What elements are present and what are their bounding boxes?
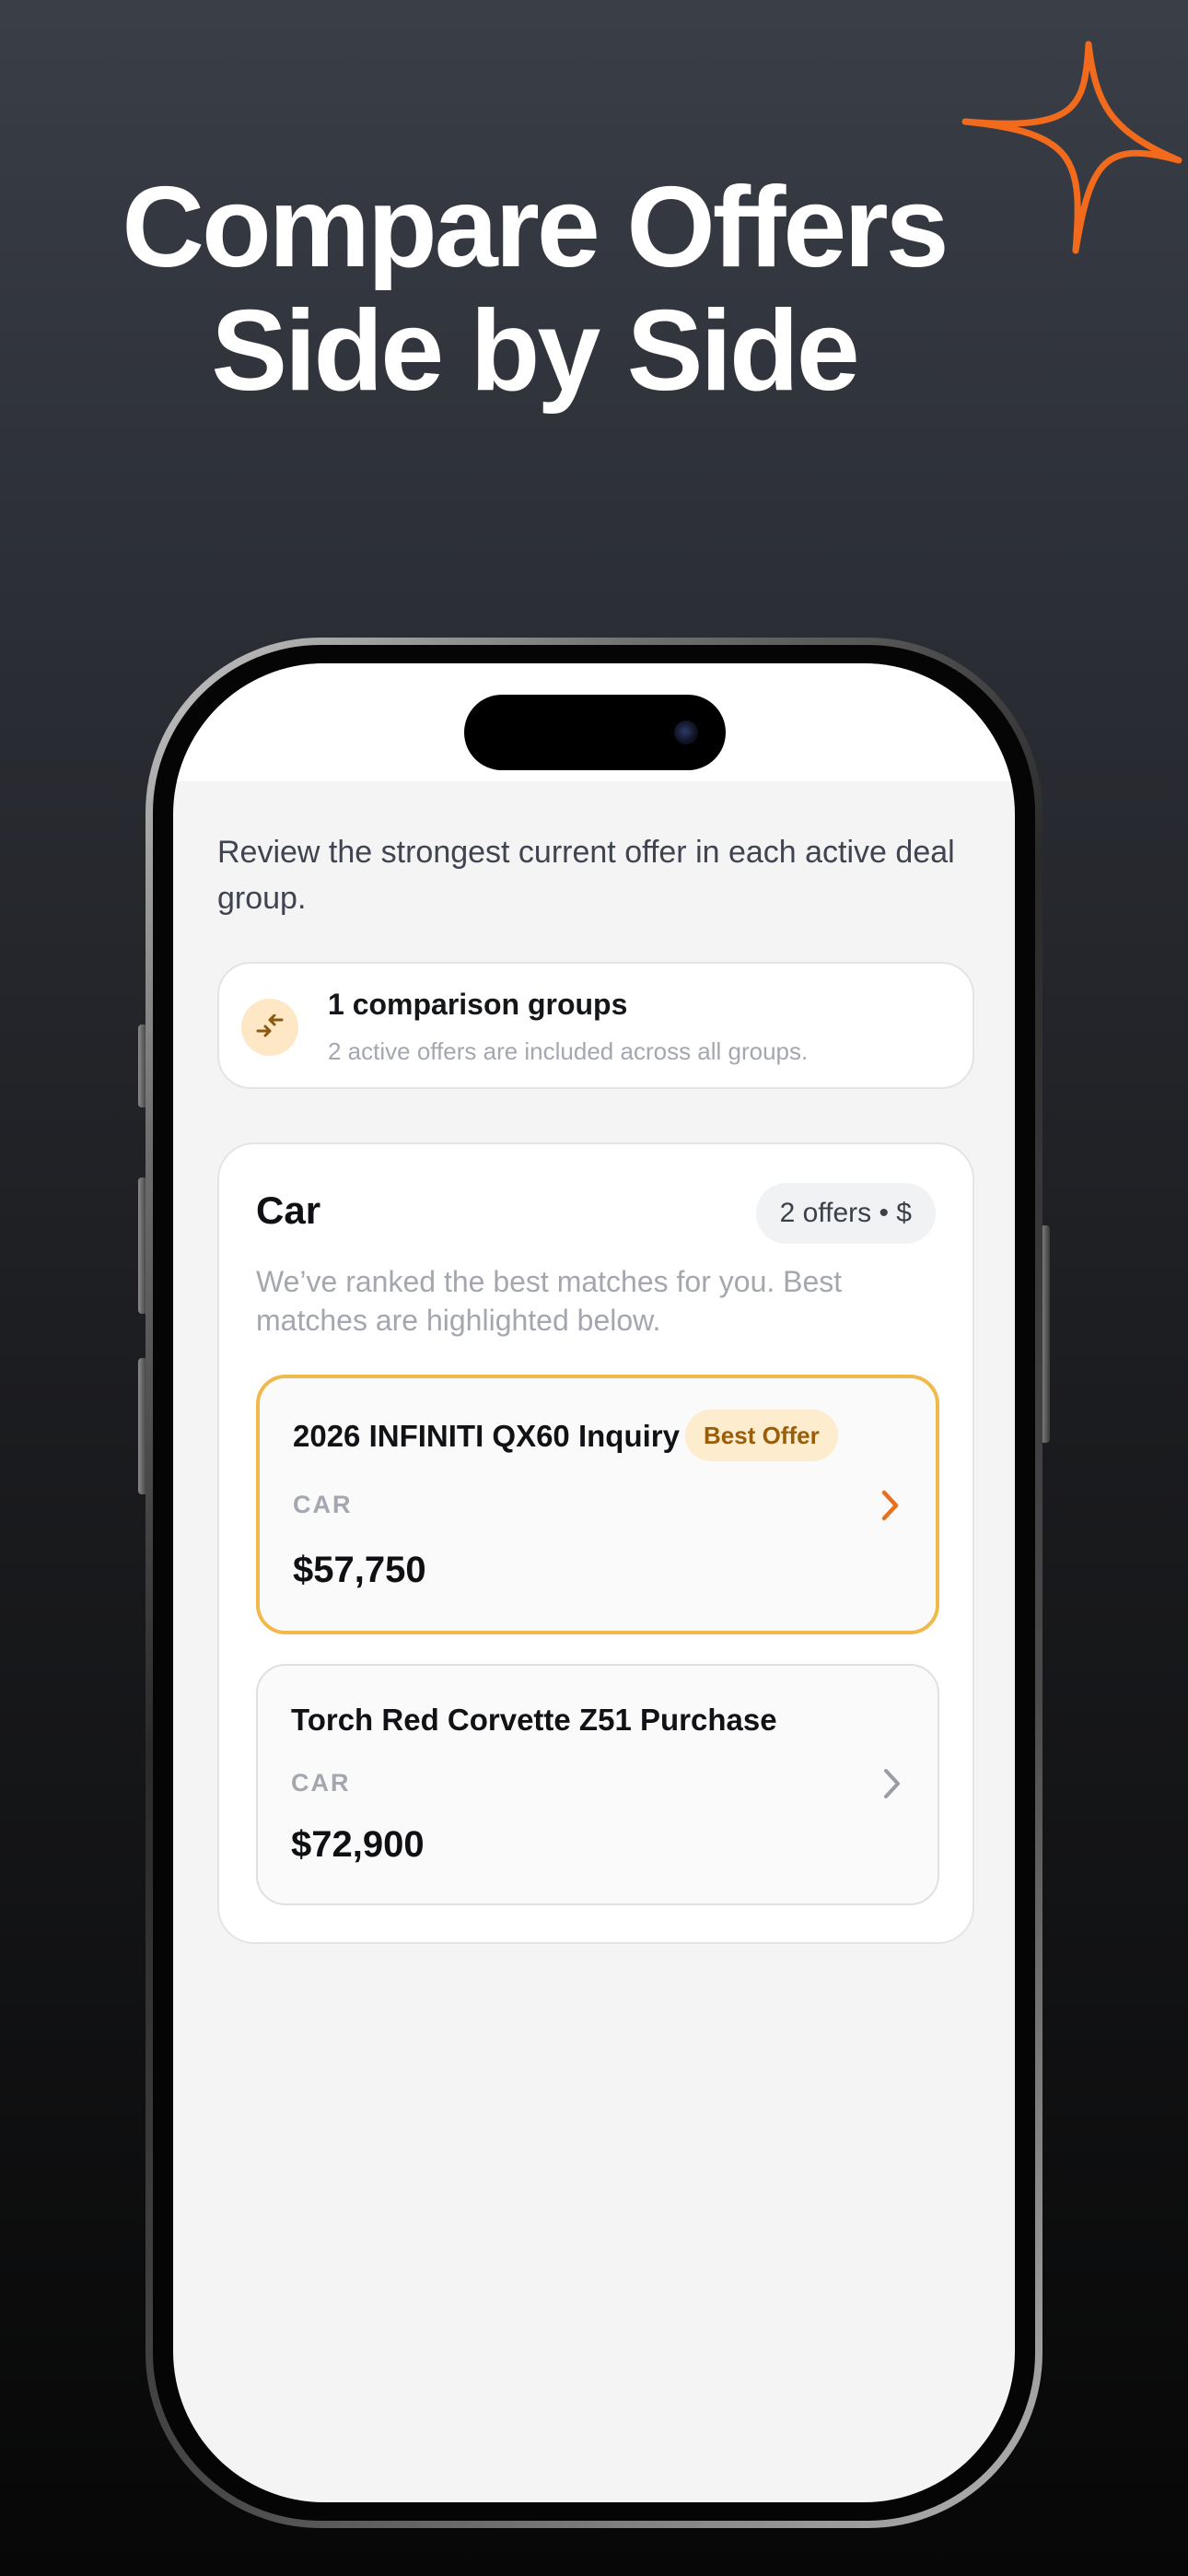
offer-price: $57,750 [293,1550,426,1590]
summary-subtitle: 2 active offers are included across all … [328,1037,809,1065]
marketing-headline: Compare Offers Side by Side [0,166,1068,413]
offers-count-pill: 2 offers • $ [755,1183,936,1244]
chevron-right-icon[interactable] [880,1489,901,1522]
offer-title: 2026 INFINITI QX60 Inquiry [293,1419,680,1453]
comparison-group-card: Car 2 offers • $ We’ve ranked the best m… [217,1142,974,1944]
compare-arrows-icon [241,999,298,1056]
offer-card[interactable]: Torch Red Corvette Z51 Purchase CAR $72,… [256,1664,939,1905]
dynamic-island [464,695,726,770]
camera-icon [674,720,698,744]
best-offer-badge: Best Offer [685,1410,838,1461]
headline-line-1: Compare Offers [122,164,949,291]
offer-category: CAR [293,1491,353,1518]
summary-card: 1 comparison groups 2 active offers are … [217,962,974,1089]
headline-line-2: Side by Side [211,287,859,415]
offer-title: Torch Red Corvette Z51 Purchase [291,1703,777,1737]
group-description: We’ve ranked the best matches for you. B… [256,1265,843,1337]
offer-category: CAR [291,1769,351,1797]
offer-price: $72,900 [291,1824,425,1865]
summary-title: 1 comparison groups [328,988,628,1021]
app-screen: Review the strongest current offer in ea… [173,663,1015,2502]
group-title: Car [256,1188,321,1232]
chevron-right-icon[interactable] [882,1767,903,1800]
offer-card-best[interactable]: 2026 INFINITI QX60 Inquiry Best Offer CA… [256,1375,939,1634]
intro-text: Review the strongest current offer in ea… [217,835,955,916]
sparkle-icon [961,41,1182,254]
